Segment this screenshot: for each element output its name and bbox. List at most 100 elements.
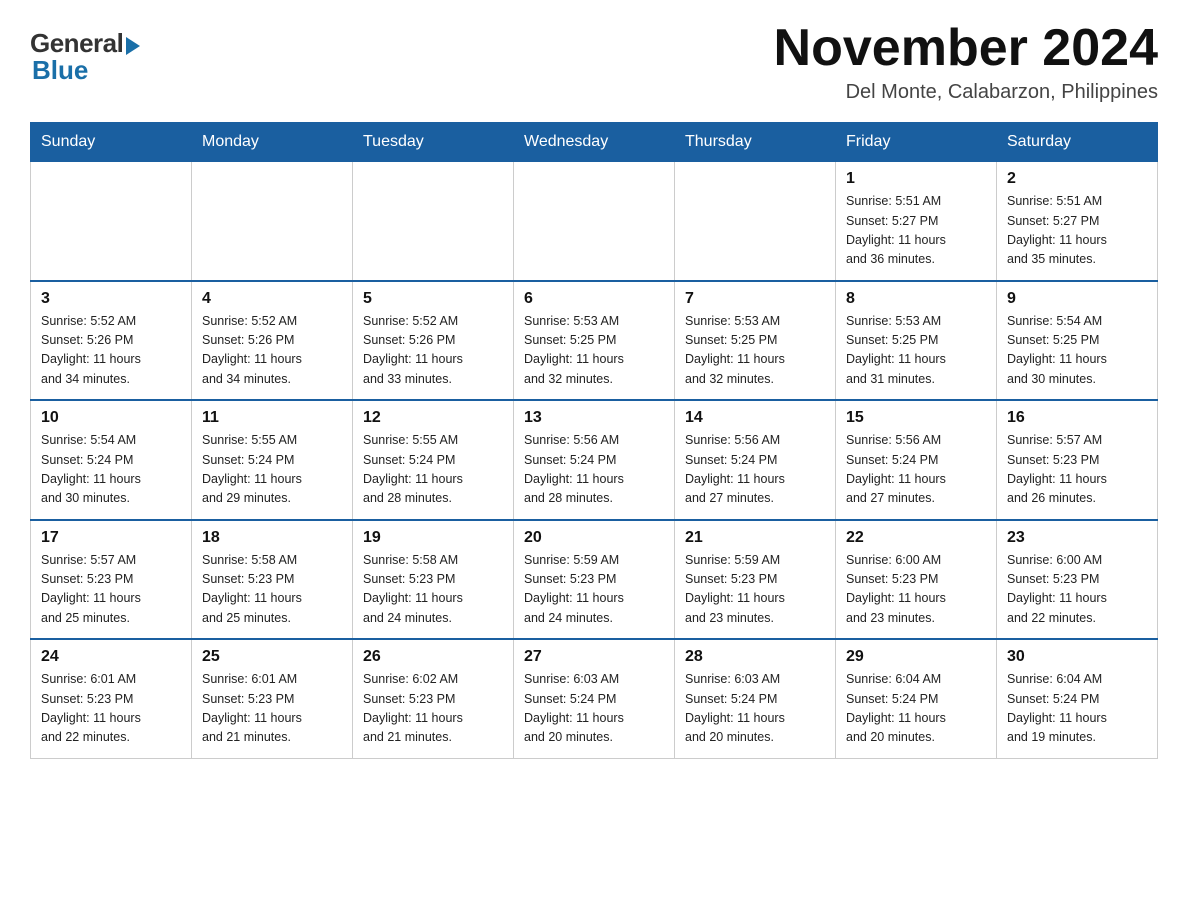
- calendar-week-row: 10Sunrise: 5:54 AM Sunset: 5:24 PM Dayli…: [31, 400, 1158, 520]
- day-number: 4: [202, 290, 342, 308]
- day-number: 2: [1007, 170, 1147, 188]
- calendar-day-cell: 22Sunrise: 6:00 AM Sunset: 5:23 PM Dayli…: [836, 520, 997, 640]
- calendar-day-cell: 26 Sunrise: 6:02 AM Sunset: 5:23 PM Dayli…: [353, 639, 514, 758]
- day-number: 17: [41, 529, 181, 547]
- calendar-day-cell: 7Sunrise: 5:53 AM Sunset: 5:25 PM Daylig…: [675, 281, 836, 401]
- calendar-table: SundayMondayTuesdayWednesdayThursdayFrid…: [30, 122, 1158, 759]
- day-number: 27: [524, 648, 664, 666]
- logo-blue-text: Blue: [32, 55, 88, 86]
- calendar-day-header: Saturday: [997, 123, 1158, 162]
- day-info: Sunrise: 6:01 AM Sunset: 5:23 PM Dayligh…: [41, 670, 181, 748]
- calendar-day-cell: 21 Sunrise: 5:59 AM Sunset: 5:23 PM Dayli…: [675, 520, 836, 640]
- day-info: Sunrise: 5:56 AM Sunset: 5:24 PM Dayligh…: [685, 431, 825, 509]
- calendar-day-cell: [353, 162, 514, 281]
- calendar-day-cell: 23Sunrise: 6:00 AM Sunset: 5:23 PM Dayli…: [997, 520, 1158, 640]
- day-info: Sunrise: 5:53 AM Sunset: 5:25 PM Dayligh…: [524, 312, 664, 390]
- day-number: 18: [202, 529, 342, 547]
- calendar-day-cell: 24 Sunrise: 6:01 AM Sunset: 5:23 PM Dayli…: [31, 639, 192, 758]
- calendar-day-cell: 1 Sunrise: 5:51 AM Sunset: 5:27 PM Daylig…: [836, 162, 997, 281]
- day-info: Sunrise: 5:53 AM Sunset: 5:25 PM Dayligh…: [846, 312, 986, 390]
- day-number: 3: [41, 290, 181, 308]
- calendar-day-header: Wednesday: [514, 123, 675, 162]
- calendar-day-header: Sunday: [31, 123, 192, 162]
- day-number: 19: [363, 529, 503, 547]
- logo: General Blue: [30, 28, 140, 86]
- day-info: Sunrise: 5:55 AM Sunset: 5:24 PM Dayligh…: [363, 431, 503, 509]
- calendar-day-cell: 11 Sunrise: 5:55 AM Sunset: 5:24 PM Dayli…: [192, 400, 353, 520]
- calendar-day-cell: 4 Sunrise: 5:52 AM Sunset: 5:26 PM Daylig…: [192, 281, 353, 401]
- day-number: 13: [524, 409, 664, 427]
- calendar-day-header: Thursday: [675, 123, 836, 162]
- day-number: 29: [846, 648, 986, 666]
- day-info: Sunrise: 5:52 AM Sunset: 5:26 PM Dayligh…: [41, 312, 181, 390]
- day-number: 7: [685, 290, 825, 308]
- day-number: 12: [363, 409, 503, 427]
- day-number: 1: [846, 170, 986, 188]
- location-text: Del Monte, Calabarzon, Philippines: [774, 81, 1158, 104]
- calendar-day-cell: 19 Sunrise: 5:58 AM Sunset: 5:23 PM Dayli…: [353, 520, 514, 640]
- day-number: 26: [363, 648, 503, 666]
- day-number: 5: [363, 290, 503, 308]
- day-number: 10: [41, 409, 181, 427]
- calendar-day-cell: 9Sunrise: 5:54 AM Sunset: 5:25 PM Daylig…: [997, 281, 1158, 401]
- calendar-day-header: Friday: [836, 123, 997, 162]
- calendar-week-row: 24 Sunrise: 6:01 AM Sunset: 5:23 PM Dayli…: [31, 639, 1158, 758]
- calendar-day-cell: 30Sunrise: 6:04 AM Sunset: 5:24 PM Dayli…: [997, 639, 1158, 758]
- calendar-day-cell: [514, 162, 675, 281]
- calendar-day-cell: 2Sunrise: 5:51 AM Sunset: 5:27 PM Daylig…: [997, 162, 1158, 281]
- day-info: Sunrise: 6:03 AM Sunset: 5:24 PM Dayligh…: [524, 670, 664, 748]
- day-info: Sunrise: 5:58 AM Sunset: 5:23 PM Dayligh…: [363, 551, 503, 629]
- day-number: 21: [685, 529, 825, 547]
- title-block: November 2024 Del Monte, Calabarzon, Phi…: [774, 20, 1158, 104]
- calendar-day-cell: [31, 162, 192, 281]
- calendar-day-cell: 13 Sunrise: 5:56 AM Sunset: 5:24 PM Dayli…: [514, 400, 675, 520]
- calendar-header-row: SundayMondayTuesdayWednesdayThursdayFrid…: [31, 123, 1158, 162]
- day-number: 25: [202, 648, 342, 666]
- day-number: 14: [685, 409, 825, 427]
- calendar-day-cell: 27 Sunrise: 6:03 AM Sunset: 5:24 PM Dayli…: [514, 639, 675, 758]
- day-info: Sunrise: 5:58 AM Sunset: 5:23 PM Dayligh…: [202, 551, 342, 629]
- calendar-day-cell: 15Sunrise: 5:56 AM Sunset: 5:24 PM Dayli…: [836, 400, 997, 520]
- calendar-day-cell: 28 Sunrise: 6:03 AM Sunset: 5:24 PM Dayli…: [675, 639, 836, 758]
- day-info: Sunrise: 5:56 AM Sunset: 5:24 PM Dayligh…: [524, 431, 664, 509]
- day-info: Sunrise: 6:04 AM Sunset: 5:24 PM Dayligh…: [1007, 670, 1147, 748]
- calendar-day-cell: 29Sunrise: 6:04 AM Sunset: 5:24 PM Dayli…: [836, 639, 997, 758]
- calendar-day-header: Monday: [192, 123, 353, 162]
- day-info: Sunrise: 5:55 AM Sunset: 5:24 PM Dayligh…: [202, 431, 342, 509]
- day-info: Sunrise: 5:54 AM Sunset: 5:25 PM Dayligh…: [1007, 312, 1147, 390]
- calendar-day-cell: 12 Sunrise: 5:55 AM Sunset: 5:24 PM Dayli…: [353, 400, 514, 520]
- day-number: 8: [846, 290, 986, 308]
- day-info: Sunrise: 5:59 AM Sunset: 5:23 PM Dayligh…: [524, 551, 664, 629]
- day-number: 6: [524, 290, 664, 308]
- day-info: Sunrise: 5:51 AM Sunset: 5:27 PM Dayligh…: [846, 192, 986, 270]
- calendar-day-cell: 17 Sunrise: 5:57 AM Sunset: 5:23 PM Dayli…: [31, 520, 192, 640]
- day-number: 22: [846, 529, 986, 547]
- day-info: Sunrise: 5:52 AM Sunset: 5:26 PM Dayligh…: [202, 312, 342, 390]
- day-number: 28: [685, 648, 825, 666]
- calendar-week-row: 17 Sunrise: 5:57 AM Sunset: 5:23 PM Dayli…: [31, 520, 1158, 640]
- day-info: Sunrise: 5:56 AM Sunset: 5:24 PM Dayligh…: [846, 431, 986, 509]
- calendar-week-row: 3 Sunrise: 5:52 AM Sunset: 5:26 PM Daylig…: [31, 281, 1158, 401]
- calendar-day-cell: [675, 162, 836, 281]
- calendar-day-cell: 6 Sunrise: 5:53 AM Sunset: 5:25 PM Daylig…: [514, 281, 675, 401]
- day-info: Sunrise: 5:52 AM Sunset: 5:26 PM Dayligh…: [363, 312, 503, 390]
- day-number: 20: [524, 529, 664, 547]
- day-info: Sunrise: 6:00 AM Sunset: 5:23 PM Dayligh…: [1007, 551, 1147, 629]
- calendar-day-cell: 16Sunrise: 5:57 AM Sunset: 5:23 PM Dayli…: [997, 400, 1158, 520]
- month-title: November 2024: [774, 20, 1158, 77]
- calendar-day-cell: 18 Sunrise: 5:58 AM Sunset: 5:23 PM Dayli…: [192, 520, 353, 640]
- day-info: Sunrise: 6:01 AM Sunset: 5:23 PM Dayligh…: [202, 670, 342, 748]
- day-info: Sunrise: 5:57 AM Sunset: 5:23 PM Dayligh…: [41, 551, 181, 629]
- day-number: 24: [41, 648, 181, 666]
- logo-arrow-icon: [126, 37, 140, 55]
- calendar-day-cell: 10Sunrise: 5:54 AM Sunset: 5:24 PM Dayli…: [31, 400, 192, 520]
- day-info: Sunrise: 6:02 AM Sunset: 5:23 PM Dayligh…: [363, 670, 503, 748]
- day-info: Sunrise: 6:03 AM Sunset: 5:24 PM Dayligh…: [685, 670, 825, 748]
- calendar-day-cell: 3 Sunrise: 5:52 AM Sunset: 5:26 PM Daylig…: [31, 281, 192, 401]
- calendar-day-cell: 5 Sunrise: 5:52 AM Sunset: 5:26 PM Daylig…: [353, 281, 514, 401]
- day-info: Sunrise: 5:59 AM Sunset: 5:23 PM Dayligh…: [685, 551, 825, 629]
- page-header: General Blue November 2024 Del Monte, Ca…: [30, 20, 1158, 104]
- day-info: Sunrise: 5:57 AM Sunset: 5:23 PM Dayligh…: [1007, 431, 1147, 509]
- day-number: 11: [202, 409, 342, 427]
- calendar-week-row: 1 Sunrise: 5:51 AM Sunset: 5:27 PM Daylig…: [31, 162, 1158, 281]
